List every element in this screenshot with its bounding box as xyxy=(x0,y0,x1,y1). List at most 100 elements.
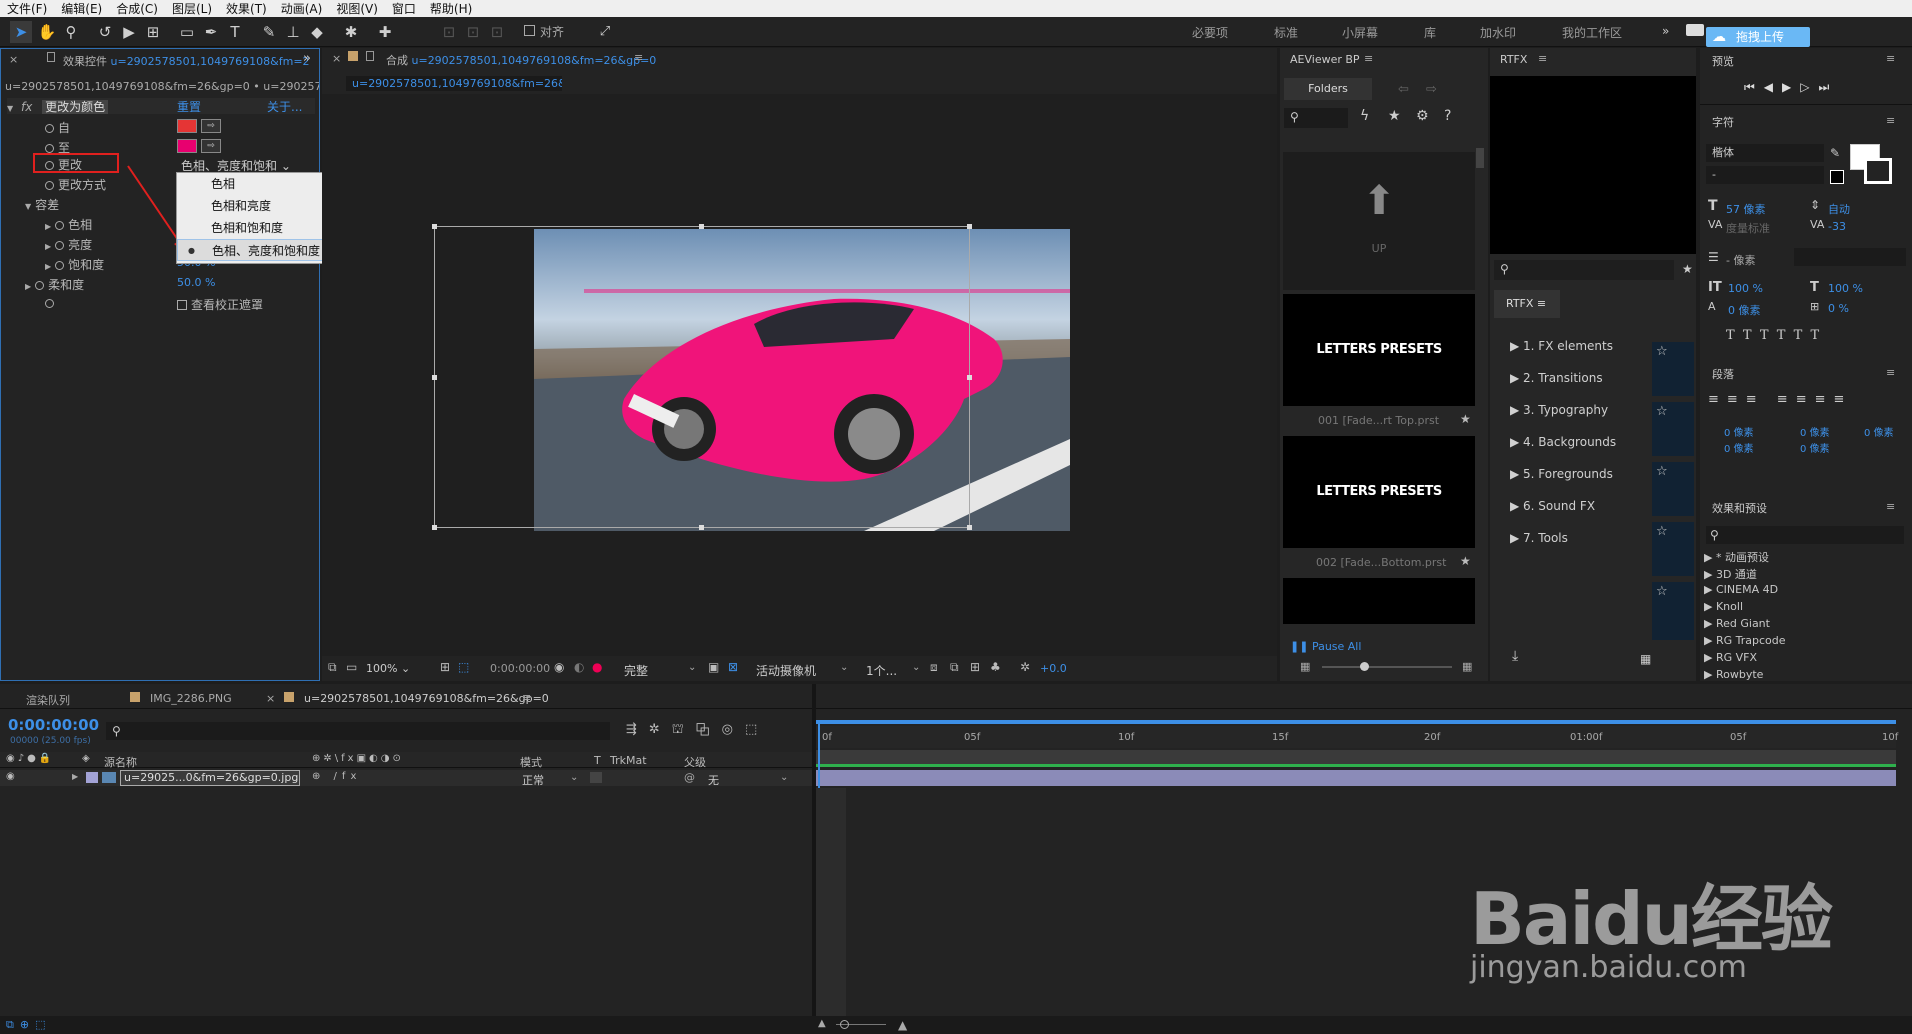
zoom-tool-icon[interactable]: ⚲ xyxy=(60,21,82,43)
softness-value[interactable]: 50.0 % xyxy=(177,276,215,289)
stroke-order-select[interactable] xyxy=(1794,248,1906,266)
eyedropper-icon[interactable]: ✎ xyxy=(1830,146,1840,160)
fx-icon[interactable]: fx xyxy=(21,100,32,114)
menu-view[interactable]: 视图(V) xyxy=(329,0,385,17)
aeviewer-title[interactable]: AEViewer BP xyxy=(1290,53,1360,66)
panel-menu-icon[interactable]: ≡ xyxy=(1886,500,1895,513)
rtfx-title[interactable]: RTFX xyxy=(1500,53,1527,66)
resolution-icon[interactable]: ⊞ xyxy=(440,660,450,674)
stopwatch-icon[interactable] xyxy=(45,124,54,133)
timeline-current-time[interactable]: 0:00:00:00 xyxy=(8,716,99,734)
exposure-value[interactable]: +0.0 xyxy=(1040,662,1067,675)
indent-first-value[interactable]: 0 像素 xyxy=(1800,424,1830,439)
reset-exposure-icon[interactable]: ✲ xyxy=(1020,660,1030,674)
scrollbar[interactable] xyxy=(1476,148,1484,168)
hand-tool-icon[interactable]: ✋ xyxy=(36,21,58,43)
black-white-swatch[interactable] xyxy=(1830,170,1844,184)
col-trkmat[interactable]: TrkMat xyxy=(610,754,647,767)
collapse-icon[interactable]: ▼ xyxy=(25,202,31,211)
handle[interactable] xyxy=(967,525,972,530)
star-icon[interactable]: ★ xyxy=(1388,108,1401,124)
local-axis-icon[interactable]: ⊡ xyxy=(438,21,460,43)
eyedropper-icon[interactable]: ⇨ xyxy=(201,119,221,133)
menu-help[interactable]: 帮助(H) xyxy=(423,0,479,17)
grid-small-icon[interactable]: ▦ xyxy=(1300,660,1310,673)
comp-tab[interactable]: 合成 u=2902578501,1049769108&fm=26&gp=0 xyxy=(386,52,656,68)
eye-icon[interactable]: ◉ xyxy=(6,771,15,782)
rtfx-item-fx-elements[interactable]: ▶ 1. FX elements xyxy=(1510,339,1613,353)
space-before-value[interactable]: 0 像素 xyxy=(1724,440,1754,455)
zoom-out-icon[interactable]: ▲ xyxy=(818,1018,826,1029)
stopwatch-icon[interactable] xyxy=(45,299,54,308)
monitor-icon[interactable]: ▭ xyxy=(346,660,357,674)
pen-tool-icon[interactable]: ✒ xyxy=(200,21,222,43)
rotate-tool-icon[interactable]: ↺ xyxy=(94,21,116,43)
handle[interactable] xyxy=(432,224,437,229)
preset-tile-3[interactable] xyxy=(1283,578,1475,624)
star-icon[interactable]: ★ xyxy=(1460,412,1471,426)
about-link[interactable]: 关于... xyxy=(267,98,302,115)
download-icon[interactable]: ⤓ xyxy=(1512,648,1518,664)
workspace-watermark[interactable]: 加水印 xyxy=(1480,24,1516,41)
clone-stamp-tool-icon[interactable]: ⊥ xyxy=(282,21,304,43)
rtfx-item-backgrounds[interactable]: ▶ 4. Backgrounds xyxy=(1510,435,1616,449)
workspace-essentials[interactable]: 必要项 xyxy=(1192,24,1228,41)
character-title[interactable]: 字符 xyxy=(1712,114,1734,130)
leading-value[interactable]: 自动 xyxy=(1828,201,1850,217)
stopwatch-icon[interactable] xyxy=(35,281,45,290)
stopwatch-icon[interactable] xyxy=(45,144,54,153)
kerning-value[interactable]: 度量标准 xyxy=(1726,220,1770,236)
folders-button[interactable]: Folders xyxy=(1284,78,1372,100)
workspace-small-screen[interactable]: 小屏幕 xyxy=(1342,24,1378,41)
world-axis-icon[interactable]: ⊡ xyxy=(462,21,484,43)
stopwatch-icon[interactable] xyxy=(45,181,54,190)
workspace-standard[interactable]: 标准 xyxy=(1274,24,1298,41)
preserve-transparency-checkbox[interactable] xyxy=(590,772,602,783)
render-queue-tab[interactable]: 渲染队列 xyxy=(26,692,70,708)
fx-item-red-giant[interactable]: ▶ Red Giant xyxy=(1704,617,1770,630)
zoom-slider-handle[interactable] xyxy=(840,1020,849,1029)
flowchart-icon[interactable]: ⊞ xyxy=(970,660,980,674)
arrow-left-icon[interactable]: ⇦ xyxy=(1398,82,1409,97)
label-color[interactable] xyxy=(86,772,98,783)
fx-item-rowbyte[interactable]: ▶ Rowbyte xyxy=(1704,668,1763,681)
eyedropper-icon[interactable]: ⇨ xyxy=(201,139,221,153)
timeline-icon[interactable]: ⧉ xyxy=(950,660,959,675)
layer-switch-icons[interactable]: ⊕✲\fx▣◐◑⊙ xyxy=(312,753,404,764)
menu-composition[interactable]: 合成(C) xyxy=(109,0,165,17)
footer-icons[interactable]: ⧉⊕⬚ xyxy=(6,1018,51,1032)
rtfx-tab[interactable]: RTFX ≡ xyxy=(1494,290,1560,318)
star-icon[interactable]: ★ xyxy=(1682,262,1693,276)
help-icon[interactable]: ? xyxy=(1444,108,1451,124)
3d-icon[interactable]: ♣ xyxy=(990,660,1001,674)
close-icon[interactable]: × xyxy=(332,52,341,65)
workspace-more-icon[interactable]: » xyxy=(1662,24,1669,38)
preset-tile-2[interactable]: LETTERS PRESETS xyxy=(1283,436,1475,548)
menu-edit[interactable]: 编辑(E) xyxy=(54,0,109,17)
close-icon[interactable]: × xyxy=(9,53,18,66)
expand-icon[interactable]: ▶ xyxy=(45,222,51,231)
preview-title[interactable]: 预览 xyxy=(1712,53,1734,69)
expand-icon[interactable]: ▶ xyxy=(25,282,31,291)
toggle-transparency-icon[interactable]: ▣ xyxy=(708,660,719,674)
grid-view-icon[interactable]: ▦ xyxy=(1640,652,1651,666)
pan-behind-tool-icon[interactable]: ⊞ xyxy=(142,21,164,43)
snapping-icon[interactable]: ⤢ xyxy=(594,21,616,43)
rtfx-item-sound-fx[interactable]: ▶ 6. Sound FX xyxy=(1510,499,1595,513)
camera-tool-icon[interactable]: ▶ xyxy=(118,21,140,43)
view-axis-icon[interactable]: ⊡ xyxy=(486,21,508,43)
pause-all-button[interactable]: ❚❚ Pause All xyxy=(1290,640,1361,653)
panel-menu-icon[interactable]: ≡ xyxy=(1886,366,1895,379)
gear-icon[interactable]: ⚙ xyxy=(1416,108,1429,124)
col-mode[interactable]: 模式 xyxy=(520,754,542,770)
indent-left-value[interactable]: 0 像素 xyxy=(1724,424,1754,439)
panel-menu-icon[interactable]: ≡ xyxy=(634,51,643,64)
fx-item-rg-trapcode[interactable]: ▶ RG Trapcode xyxy=(1704,634,1786,647)
handle[interactable] xyxy=(699,525,704,530)
chevron-down-icon[interactable]: ⌄ xyxy=(688,662,696,673)
layer-bounds[interactable] xyxy=(434,226,970,528)
panel-menu-icon[interactable]: ≡ xyxy=(1886,114,1895,127)
panel-menu-icon[interactable]: » xyxy=(303,51,311,66)
brush-tool-icon[interactable]: ✎ xyxy=(258,21,280,43)
close-icon[interactable]: × xyxy=(266,692,275,705)
